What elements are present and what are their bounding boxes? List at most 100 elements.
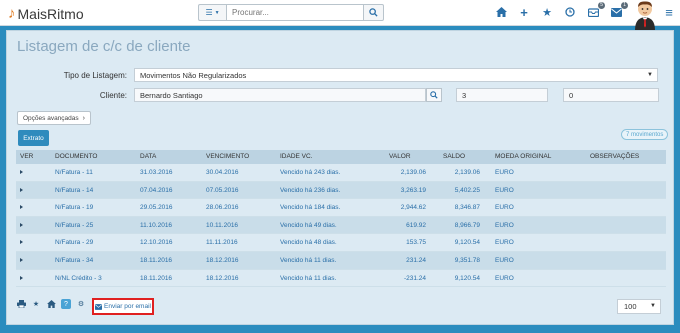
cell-saldo: 9,120.54 xyxy=(454,239,480,247)
app-logo[interactable]: ♪ MaisRitmo xyxy=(8,5,84,22)
top-bar: ♪ MaisRitmo ☰ ▼ + ★ 5 1 xyxy=(0,0,680,30)
messages-icon[interactable]: 5 xyxy=(586,2,605,19)
cell-data: 18.11.2016 xyxy=(140,274,173,282)
cell-saldo: 8,346.87 xyxy=(454,204,480,212)
cliente-extra-field[interactable]: 0 xyxy=(563,88,659,102)
cell-valor: 2,944.62 xyxy=(400,204,426,212)
tipo-listagem-label: Tipo de Listagem: xyxy=(63,71,127,80)
cell-moeda: EURO xyxy=(495,274,514,282)
cell-documento: N/Fatura - 34 xyxy=(55,256,94,264)
cell-vencimento: 28.06.2016 xyxy=(206,204,239,212)
menu-icon[interactable]: ≡ xyxy=(662,5,676,20)
col-observacoes[interactable]: OBSERVAÇÕES xyxy=(590,153,639,160)
cell-idade: Vencido há 49 dias. xyxy=(280,221,337,229)
col-data[interactable]: DATA xyxy=(140,153,156,160)
search-input[interactable] xyxy=(226,4,364,21)
music-note-icon: ♪ xyxy=(8,5,16,22)
clock-icon[interactable] xyxy=(563,5,577,19)
cliente-code-field[interactable]: 3 xyxy=(456,88,548,102)
tipo-listagem-select[interactable]: Movimentos Não Regularizados ▼ xyxy=(134,68,658,82)
table-row[interactable]: N/Fatura - 11 31.03.2016 30.04.2016 Venc… xyxy=(16,164,666,182)
col-idade[interactable]: IDADE VC. xyxy=(280,153,313,160)
advanced-options-button[interactable]: Opções avançadas › xyxy=(17,111,91,125)
advanced-options-label: Opções avançadas xyxy=(23,114,79,122)
home-favorite-icon[interactable] xyxy=(46,299,56,309)
cell-data: 29.05.2016 xyxy=(140,204,173,212)
cell-saldo: 2,139.06 xyxy=(454,169,480,176)
send-email-label: Enviar por email xyxy=(104,303,151,310)
cell-vencimento: 11.11.2016 xyxy=(206,239,238,247)
search-button[interactable] xyxy=(364,4,384,21)
table-row[interactable]: N/NL Crédito - 3 18.11.2016 18.12.2016 V… xyxy=(16,269,666,288)
cell-valor: -231.24 xyxy=(403,274,426,282)
cell-vencimento: 18.12.2016 xyxy=(206,256,239,264)
cliente-search-button[interactable] xyxy=(426,88,442,102)
cell-documento: N/Fatura - 29 xyxy=(55,239,94,247)
envelope-icon xyxy=(95,303,103,310)
send-email-button[interactable]: Enviar por email xyxy=(92,298,154,315)
cell-saldo: 5,402.25 xyxy=(454,186,480,194)
cell-vencimento: 10.11.2016 xyxy=(206,221,239,229)
gear-icon[interactable]: ⚙ xyxy=(76,299,86,309)
col-valor[interactable]: VALOR xyxy=(389,153,411,160)
table-row[interactable]: N/Fatura - 34 18.11.2016 18.12.2016 Venc… xyxy=(16,251,666,270)
expand-row-icon[interactable] xyxy=(20,222,23,227)
cell-moeda: EURO xyxy=(495,204,514,212)
col-saldo[interactable]: SALDO xyxy=(443,153,465,160)
col-moeda[interactable]: MOEDA ORIGINAL xyxy=(495,153,551,160)
cell-documento: N/NL Crédito - 3 xyxy=(55,274,102,282)
table-header: VER DOCUMENTO DATA VENCIMENTO IDADE VC. … xyxy=(16,150,666,164)
cell-vencimento: 18.12.2016 xyxy=(206,274,239,282)
print-icon[interactable] xyxy=(16,299,26,309)
app-name: MaisRitmo xyxy=(17,5,84,22)
search-mode-dropdown[interactable]: ☰ ▼ xyxy=(198,4,226,21)
mail-icon[interactable]: 1 xyxy=(609,2,628,19)
help-icon[interactable]: ? xyxy=(61,299,71,309)
main-panel: Listagem de c/c de cliente Tipo de Lista… xyxy=(6,30,674,325)
table-row[interactable]: N/Fatura - 19 29.05.2016 28.06.2016 Venc… xyxy=(16,199,666,217)
movements-table: VER DOCUMENTO DATA VENCIMENTO IDADE VC. … xyxy=(16,150,666,288)
cell-valor: 231.24 xyxy=(406,256,426,264)
bottom-toolbar: ★ ? ⚙ xyxy=(16,299,91,309)
star-icon[interactable]: ★ xyxy=(540,5,554,19)
table-row[interactable]: N/Fatura - 29 12.10.2016 11.11.2016 Venc… xyxy=(16,234,666,252)
expand-row-icon[interactable] xyxy=(20,240,23,245)
cell-data: 31.03.2016 xyxy=(140,169,173,176)
user-avatar[interactable] xyxy=(632,0,658,30)
cliente-code-value: 3 xyxy=(462,90,467,100)
expand-row-icon[interactable] xyxy=(20,205,23,210)
home-icon[interactable] xyxy=(494,5,508,19)
cell-moeda: EURO xyxy=(495,256,514,264)
chevron-down-icon: ▼ xyxy=(214,9,220,16)
col-ver[interactable]: VER xyxy=(20,153,33,160)
expand-row-icon[interactable] xyxy=(20,170,23,174)
expand-row-icon[interactable] xyxy=(20,275,23,280)
search-bar: ☰ ▼ xyxy=(198,4,384,21)
cell-idade: Vencido há 11 dias. xyxy=(280,256,337,264)
cell-moeda: EURO xyxy=(495,169,514,176)
favorite-star-icon[interactable]: ★ xyxy=(31,299,41,309)
cell-idade: Vencido há 11 dias. xyxy=(280,274,337,282)
expand-row-icon[interactable] xyxy=(20,187,23,192)
chevron-down-icon: ▼ xyxy=(650,303,656,309)
cell-vencimento: 07.05.2016 xyxy=(206,186,239,194)
table-row[interactable]: N/Fatura - 14 07.04.2016 07.05.2016 Venc… xyxy=(16,181,666,200)
cell-idade: Vencido há 243 dias. xyxy=(280,169,341,176)
chevron-down-icon: ▼ xyxy=(647,72,653,78)
per-page-select[interactable]: 100 ▼ xyxy=(617,299,661,314)
plus-icon[interactable]: + xyxy=(517,5,531,20)
per-page-value: 100 xyxy=(624,302,637,311)
cell-saldo: 9,120.54 xyxy=(454,274,480,282)
cell-documento: N/Fatura - 14 xyxy=(55,186,94,194)
search-icon xyxy=(369,8,378,17)
table-row[interactable]: N/Fatura - 25 11.10.2016 10.11.2016 Venc… xyxy=(16,216,666,235)
cliente-field[interactable]: Bernardo Santiago xyxy=(134,88,426,102)
col-documento[interactable]: DOCUMENTO xyxy=(55,153,98,160)
tipo-listagem-value: Movimentos Não Regularizados xyxy=(140,70,247,80)
col-vencimento[interactable]: VENCIMENTO xyxy=(206,153,249,160)
cell-data: 18.11.2016 xyxy=(140,256,173,264)
expand-row-icon[interactable] xyxy=(20,257,23,262)
extrato-button[interactable]: Extrato xyxy=(18,130,49,146)
mail-badge: 1 xyxy=(621,2,628,9)
cliente-label: Cliente: xyxy=(99,91,127,100)
